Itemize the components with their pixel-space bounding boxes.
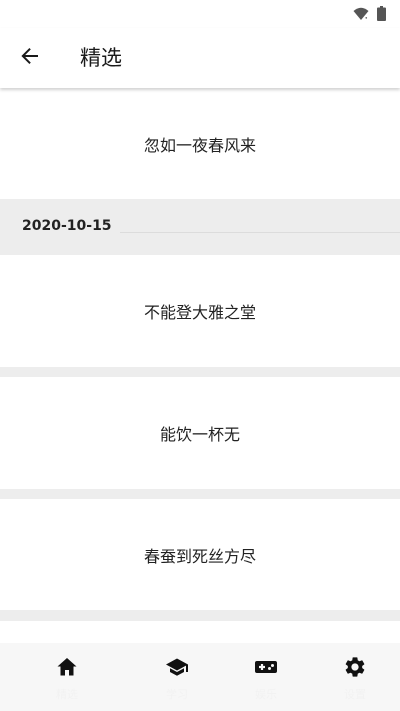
- list-item-text: 能饮一杯无: [159, 425, 240, 444]
- back-button[interactable]: [12, 40, 48, 76]
- list-item-text: 春蚕到死丝方尽: [143, 546, 256, 566]
- nav-label: 学习: [166, 688, 188, 701]
- list-item[interactable]: 不能登大雅之堂: [0, 255, 400, 367]
- nav-item-entertainment[interactable]: 娱乐: [216, 643, 316, 711]
- list-item[interactable]: [0, 621, 400, 643]
- nav-item-study[interactable]: 学习: [127, 643, 227, 711]
- nav-item-featured[interactable]: 精选: [17, 643, 117, 711]
- list-item-text: 忽如一夜春风来: [143, 135, 256, 155]
- wifi-icon: [353, 6, 369, 25]
- app-bar: 精选: [0, 28, 400, 88]
- battery-icon: [377, 6, 386, 25]
- page-title: 精选: [80, 46, 122, 70]
- list-item-text: 不能登大雅之堂: [143, 303, 256, 322]
- gear-icon: [343, 655, 367, 679]
- home-icon: [55, 655, 79, 679]
- graduation-cap-icon: [165, 655, 189, 679]
- status-bar: [0, 0, 400, 28]
- divider: [120, 232, 400, 233]
- nav-item-settings[interactable]: 设置: [305, 643, 400, 711]
- arrow-left-icon: [20, 46, 40, 70]
- list-item[interactable]: 春蚕到死丝方尽: [0, 499, 400, 610]
- gamepad-icon: [254, 655, 278, 679]
- status-icons: [353, 6, 386, 25]
- list-item[interactable]: 忽如一夜春风来: [0, 88, 400, 199]
- date-label: 2020-10-15: [22, 218, 112, 234]
- nav-label: 设置: [344, 688, 366, 701]
- nav-label: 娱乐: [255, 688, 277, 701]
- content-list[interactable]: 忽如一夜春风来 2020-10-15 不能登大雅之堂 能饮一杯无 春蚕到死丝方尽: [0, 88, 400, 643]
- list-item[interactable]: 能饮一杯无: [0, 377, 400, 489]
- nav-label: 精选: [56, 688, 78, 701]
- date-header: 2020-10-15: [0, 199, 400, 255]
- bottom-nav: 精选 学习 娱乐 设置: [0, 643, 400, 711]
